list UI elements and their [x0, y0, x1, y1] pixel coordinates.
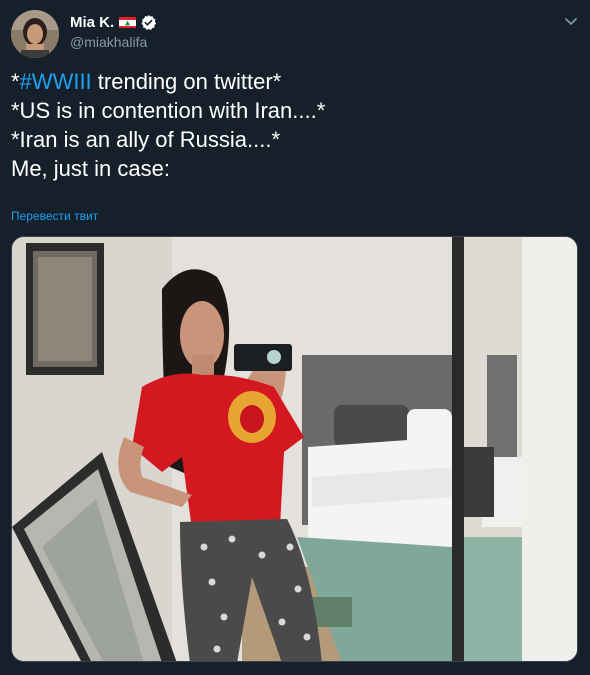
avatar[interactable] — [11, 10, 59, 58]
tweet-text: *#WWIII trending on twitter* *US is in c… — [11, 67, 581, 183]
lebanon-flag-icon — [119, 16, 137, 28]
chevron-down-icon[interactable] — [564, 14, 578, 25]
display-name[interactable]: Mia K. — [70, 14, 114, 31]
name-row: Mia K. — [70, 12, 157, 32]
author-block: Mia K. @miakhalifa — [70, 12, 157, 50]
tweet-line-1: *#WWIII trending on twitter* — [11, 67, 581, 96]
tweet-card: Mia K. @miakhalifa *#WWIII trending on t… — [0, 0, 590, 675]
verified-badge-icon — [140, 14, 157, 31]
translate-tweet-link[interactable]: Перевести твит — [11, 209, 98, 223]
tweet-line-3: *Iran is an ally of Russia....* — [11, 127, 281, 152]
author-handle[interactable]: @miakhalifa — [70, 34, 157, 50]
tweet-line-2: *US is in contention with Iran....* — [11, 98, 326, 123]
line1-prefix: * — [11, 69, 20, 94]
mirror-selfie-image — [12, 237, 577, 661]
tweet-photo[interactable] — [11, 236, 578, 662]
tweet-line-4: Me, just in case: — [11, 156, 170, 181]
line1-suffix: trending on twitter* — [91, 69, 282, 94]
hashtag-link[interactable]: #WWIII — [20, 69, 92, 94]
